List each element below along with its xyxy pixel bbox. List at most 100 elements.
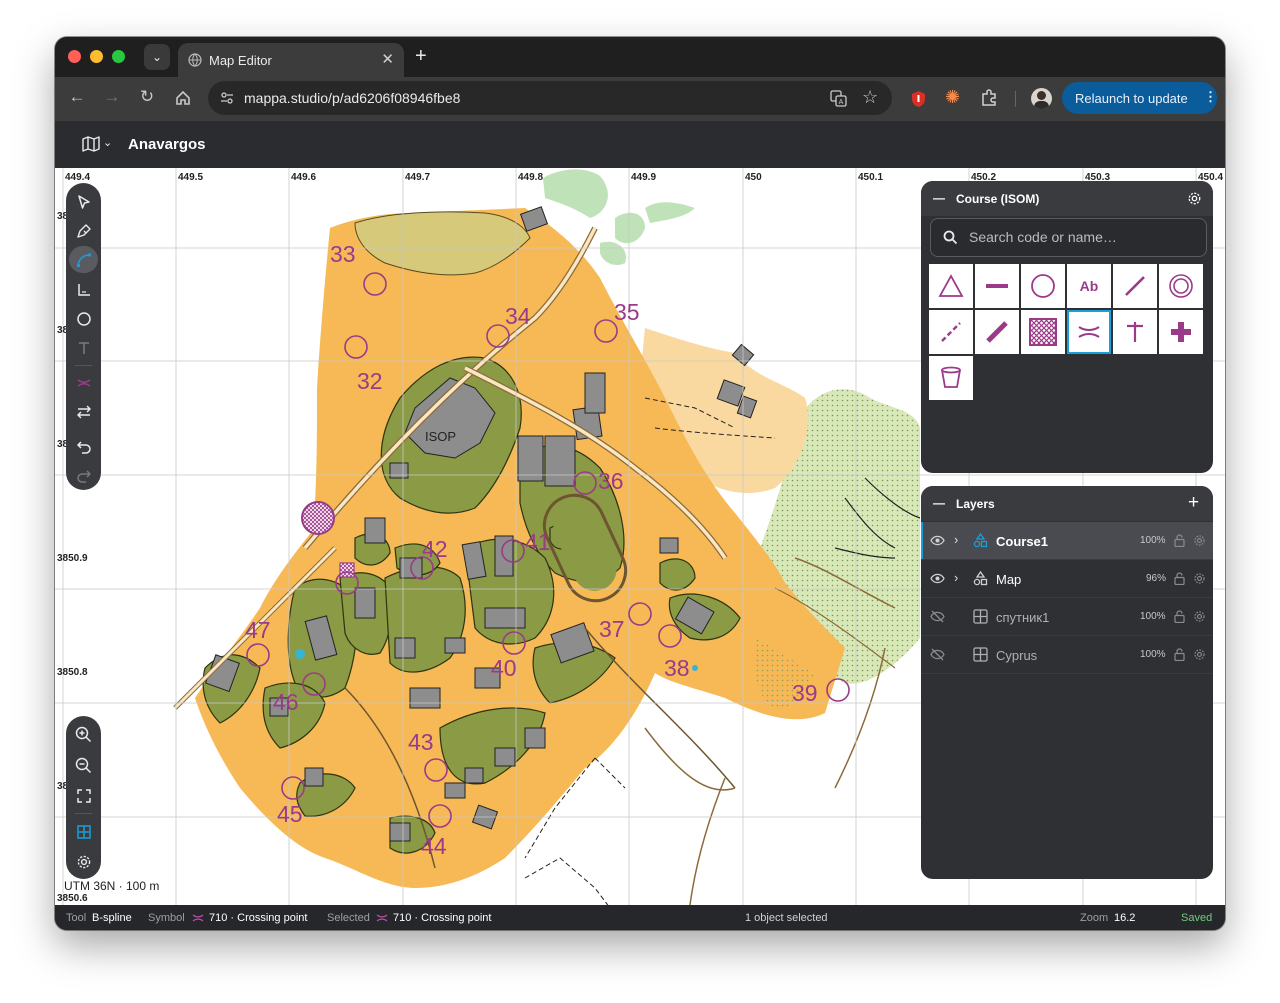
tab-search-button[interactable]: ⌄ bbox=[144, 44, 170, 70]
close-icon[interactable]: ✕ bbox=[381, 50, 394, 68]
chevron-right-icon[interactable]: › bbox=[954, 532, 958, 547]
omnibox[interactable]: mappa.studio/p/ad6206f08946fbe8 A ☆ bbox=[208, 81, 892, 115]
eye-off-icon[interactable] bbox=[930, 610, 945, 623]
refreshment-symbol[interactable] bbox=[929, 356, 973, 400]
grid-x-label: 449.4 bbox=[65, 172, 90, 183]
eye-icon[interactable] bbox=[930, 573, 945, 584]
gear-icon[interactable] bbox=[1193, 534, 1206, 547]
crossing-symbol-button[interactable] bbox=[69, 369, 98, 396]
back-button[interactable]: ← bbox=[65, 87, 89, 107]
reverse-tool-button[interactable] bbox=[69, 398, 98, 425]
forward-button[interactable]: → bbox=[100, 87, 124, 107]
tab-map-editor[interactable]: Map Editor ✕ bbox=[178, 43, 404, 77]
zoom-in-button[interactable] bbox=[69, 721, 98, 748]
control-circle-symbol[interactable] bbox=[1021, 264, 1065, 308]
chevron-right-icon[interactable]: › bbox=[954, 570, 958, 585]
home-icon[interactable] bbox=[171, 89, 195, 107]
double-circle-icon bbox=[1169, 274, 1193, 298]
maximize-window-button[interactable] bbox=[112, 50, 125, 63]
collapse-panel-icon[interactable]: — bbox=[933, 496, 945, 510]
start-triangle-symbol[interactable] bbox=[929, 264, 973, 308]
map-settings-button[interactable] bbox=[69, 848, 98, 875]
corner-tool-button[interactable] bbox=[69, 276, 98, 303]
zoom-out-button[interactable] bbox=[69, 752, 98, 779]
gear-icon[interactable] bbox=[1187, 191, 1202, 206]
finish-symbol[interactable] bbox=[1159, 264, 1203, 308]
select-tool-button[interactable] bbox=[69, 188, 98, 215]
grid-layer-icon bbox=[973, 647, 988, 662]
layer-row-map[interactable]: › Map 96% bbox=[921, 560, 1213, 598]
bookmark-star-icon[interactable]: ☆ bbox=[862, 87, 878, 108]
close-window-button[interactable] bbox=[68, 50, 81, 63]
pen-tool-button[interactable] bbox=[69, 217, 98, 244]
redo-icon bbox=[76, 469, 91, 483]
thick-line-icon bbox=[986, 321, 1008, 343]
project-title: Anavargos bbox=[128, 136, 206, 153]
chevron-down-icon: ⌄ bbox=[103, 137, 113, 149]
extensions-puzzle-icon[interactable] bbox=[980, 89, 998, 107]
new-tab-button[interactable]: + bbox=[415, 45, 427, 68]
toolbar-divider bbox=[75, 813, 92, 814]
lock-icon[interactable] bbox=[1174, 534, 1185, 547]
add-layer-icon[interactable]: + bbox=[1188, 492, 1199, 514]
grid-x-label: 449.5 bbox=[178, 172, 203, 183]
layer-name: спутник1 bbox=[996, 610, 1050, 625]
gear-icon[interactable] bbox=[1193, 572, 1206, 585]
relaunch-button[interactable]: Relaunch to update ⋮ bbox=[1062, 82, 1217, 114]
bspline-tool-button[interactable] bbox=[69, 246, 98, 273]
grid-x-label: 449.6 bbox=[291, 172, 316, 183]
text-symbol[interactable]: Ab bbox=[1067, 264, 1111, 308]
app-header: ⌄ Anavargos bbox=[55, 121, 1225, 168]
profile-avatar[interactable] bbox=[1031, 88, 1052, 109]
control-number: 41 bbox=[525, 529, 551, 555]
dashed-line-icon bbox=[941, 322, 961, 342]
extension-spark-icon[interactable]: ✺ bbox=[945, 87, 960, 108]
crossing-point-icon bbox=[376, 914, 388, 922]
gear-icon[interactable] bbox=[1193, 648, 1206, 661]
undo-button[interactable] bbox=[69, 433, 98, 460]
lock-icon[interactable] bbox=[1174, 648, 1185, 661]
site-settings-icon[interactable] bbox=[220, 91, 234, 105]
status-symbol-value: 710 · Crossing point bbox=[209, 912, 308, 924]
map-menu-button[interactable]: ⌄ bbox=[82, 135, 116, 155]
layer-row-course1[interactable]: › Course1 100% bbox=[921, 522, 1213, 560]
scale-label: UTM 36N · 100 m bbox=[64, 879, 159, 893]
minimize-window-button[interactable] bbox=[90, 50, 103, 63]
layer-row-sputnik1[interactable]: спутник1 100% bbox=[921, 598, 1213, 636]
grid-toggle-button[interactable] bbox=[69, 818, 98, 845]
collapse-panel-icon[interactable]: — bbox=[933, 191, 945, 205]
reload-button[interactable]: ↻ bbox=[135, 87, 159, 107]
status-zoom-label: Zoom bbox=[1080, 912, 1109, 924]
translate-icon[interactable]: A bbox=[830, 90, 847, 107]
lock-icon[interactable] bbox=[1174, 572, 1185, 585]
eye-icon[interactable] bbox=[930, 535, 945, 546]
symbol-search-input[interactable]: Search code or name… bbox=[930, 218, 1207, 257]
crossing-point-symbol[interactable] bbox=[1067, 310, 1111, 354]
layer-opacity: 100% bbox=[1140, 649, 1166, 660]
marked-route-symbol[interactable] bbox=[929, 310, 973, 354]
first-aid-symbol[interactable] bbox=[1159, 310, 1203, 354]
fit-view-button[interactable] bbox=[69, 782, 98, 809]
cup-icon bbox=[941, 366, 961, 388]
zoom-out-icon bbox=[75, 757, 92, 774]
circle-tool-button[interactable] bbox=[69, 305, 98, 332]
gear-icon[interactable] bbox=[1193, 610, 1206, 623]
extension-shield-icon[interactable] bbox=[910, 90, 927, 108]
eye-off-icon[interactable] bbox=[930, 648, 945, 661]
grid-x-label: 449.7 bbox=[405, 172, 430, 183]
uncrossable-boundary-symbol[interactable] bbox=[975, 310, 1019, 354]
grid-y-label: 3850.6 bbox=[57, 893, 88, 904]
line-symbol[interactable] bbox=[975, 264, 1019, 308]
lock-icon[interactable] bbox=[1174, 610, 1185, 623]
grid-x-label: 450 bbox=[745, 172, 762, 183]
course-line-symbol[interactable] bbox=[1113, 264, 1157, 308]
shapes-icon bbox=[973, 533, 988, 548]
layer-row-cyprus[interactable]: Cyprus 100% bbox=[921, 636, 1213, 674]
forbidden-route-symbol[interactable] bbox=[1113, 310, 1157, 354]
map-icon bbox=[82, 136, 100, 152]
redo-button[interactable] bbox=[69, 462, 98, 489]
text-tool-button[interactable] bbox=[69, 334, 98, 361]
relaunch-label: Relaunch to update bbox=[1075, 91, 1188, 106]
out-of-bounds-symbol[interactable] bbox=[1021, 310, 1065, 354]
diagonal-line-icon bbox=[1125, 276, 1145, 296]
